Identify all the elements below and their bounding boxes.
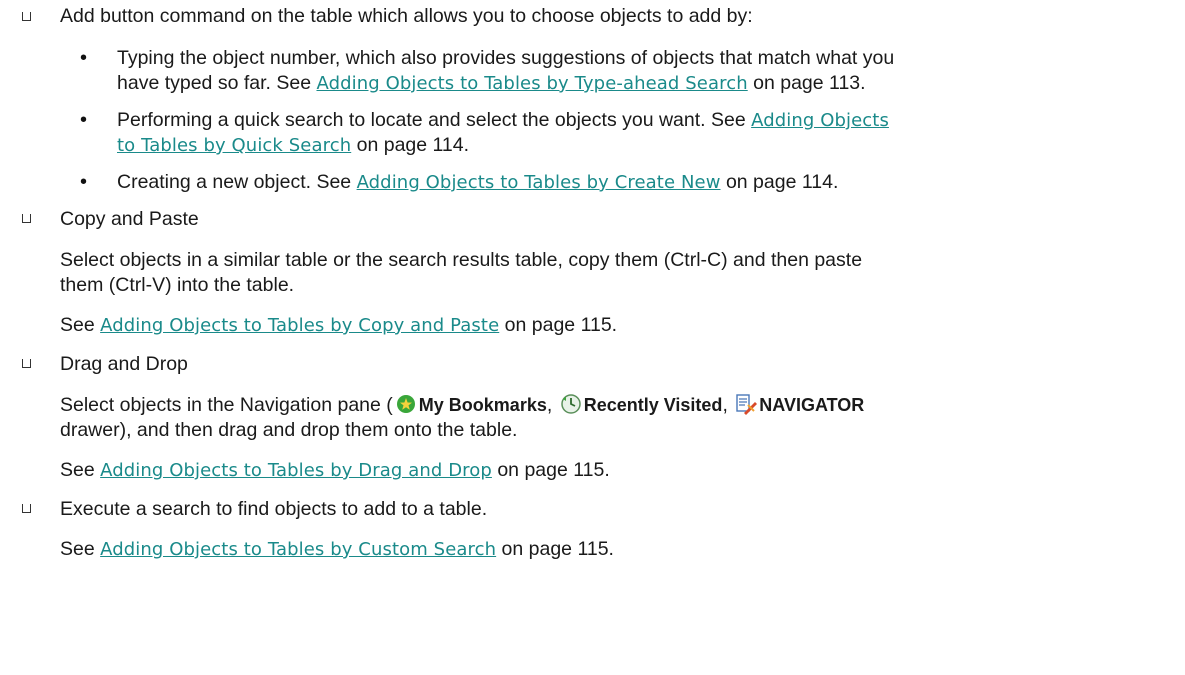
checkbox-marker: [22, 212, 31, 225]
bullet-dot: •: [80, 47, 88, 69]
page-ref: on page 115.: [496, 538, 614, 560]
subitem-quick-search-line2: to Tables by Quick Search on page 114.: [117, 132, 469, 159]
navigator-label: NAVIGATOR: [759, 395, 865, 415]
copy-paste-desc-line2: them (Ctrl-V) into the table.: [60, 274, 295, 296]
link-quick-search-part2[interactable]: to Tables by Quick Search: [117, 135, 351, 156]
separator: ,: [546, 394, 558, 416]
copy-paste-desc-line1: Select objects in a similar table or the…: [60, 249, 863, 271]
link-custom-search[interactable]: Adding Objects to Tables by Custom Searc…: [100, 539, 496, 560]
bullet-dot: •: [80, 171, 88, 193]
add-button-item: Add button command on the table which al…: [60, 5, 753, 27]
link-drag-drop[interactable]: Adding Objects to Tables by Drag and Dro…: [100, 460, 492, 481]
copy-paste-title: Copy and Paste: [60, 208, 199, 230]
subitem-quick-search-line1: Performing a quick search to locate and …: [117, 107, 889, 134]
navigator-icon: [735, 393, 758, 422]
create-new-text: Creating a new object. See: [117, 171, 357, 193]
page-ref: on page 115.: [491, 459, 610, 481]
page-ref: on page 115.: [499, 314, 618, 336]
my-bookmarks-label: My Bookmarks: [418, 395, 547, 415]
recently-visited-clock-icon: [560, 393, 582, 422]
custom-search-title: Execute a search to find objects to add …: [60, 498, 488, 520]
bullet-dot: •: [80, 109, 88, 131]
drag-drop-title: Drag and Drop: [60, 353, 188, 375]
see-text: See: [60, 314, 101, 336]
link-copy-paste[interactable]: Adding Objects to Tables by Copy and Pas…: [100, 315, 499, 336]
subitem-type-ahead-line2: have typed so far. See Adding Objects to…: [117, 70, 866, 97]
see-text: have typed so far. See: [117, 72, 317, 94]
checkbox-marker: [22, 357, 31, 370]
custom-search-see: See Adding Objects to Tables by Custom S…: [60, 536, 614, 563]
document-page: Add button command on the table which al…: [0, 0, 1185, 675]
link-create-new[interactable]: Adding Objects to Tables by Create New: [357, 172, 721, 193]
checkbox-marker: [22, 10, 31, 23]
page-ref: on page 113.: [747, 72, 866, 94]
see-text: See: [60, 459, 101, 481]
recently-visited-label: Recently Visited: [583, 395, 723, 415]
see-text: See: [60, 538, 101, 560]
page-ref: on page 114.: [720, 171, 839, 193]
page-ref: on page 114.: [351, 134, 470, 156]
subitem-type-ahead-line1: Typing the object number, which also pro…: [117, 47, 895, 69]
drag-drop-see: See Adding Objects to Tables by Drag and…: [60, 457, 610, 484]
separator: ,: [722, 394, 734, 416]
drag-drop-desc-line2: drawer), and then drag and drop them ont…: [60, 419, 518, 441]
link-type-ahead-search[interactable]: Adding Objects to Tables by Type-ahead S…: [316, 73, 747, 94]
link-quick-search-part1[interactable]: Adding Objects: [751, 110, 889, 131]
quick-search-text: Performing a quick search to locate and …: [117, 109, 752, 131]
drag-drop-desc-text: Select objects in the Navigation pane (: [60, 394, 393, 416]
checkbox-marker: [22, 502, 31, 515]
copy-paste-see: See Adding Objects to Tables by Copy and…: [60, 312, 617, 339]
subitem-create-new: Creating a new object. See Adding Object…: [117, 169, 838, 196]
